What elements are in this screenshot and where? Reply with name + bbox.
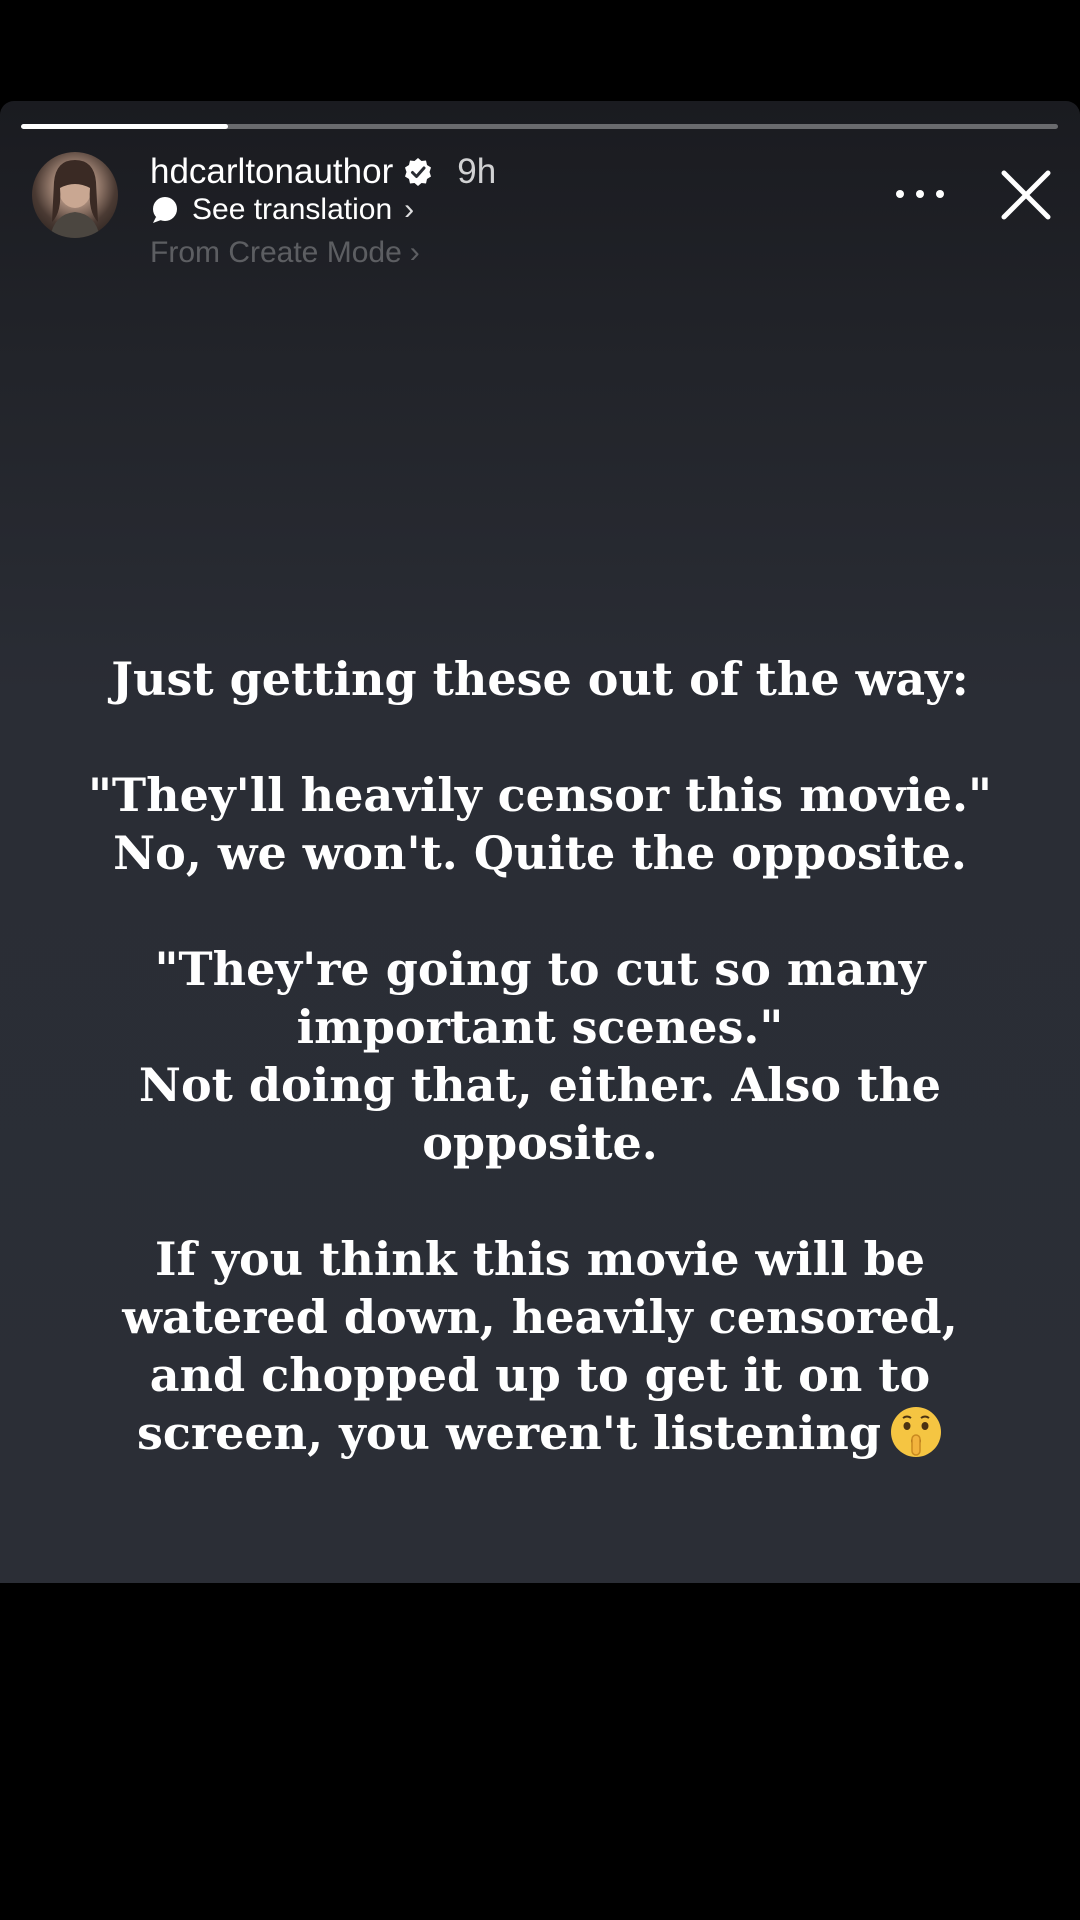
chevron-right-icon: › — [409, 236, 420, 269]
story-text-line: "They'll heavily censor this movie." — [87, 768, 993, 822]
more-icon[interactable] — [896, 176, 944, 212]
story-text-line: No, we won't. Quite the opposite. — [113, 826, 967, 880]
story-text-line-last: screen, you weren't listening — [60, 1404, 1020, 1462]
story-text-line: Not doing that, either. Also the — [138, 1058, 942, 1112]
story-text-line: and chopped up to get it on to — [149, 1348, 931, 1402]
create-mode-label: From Create Mode — [150, 236, 402, 269]
story-progress-fill — [21, 124, 229, 129]
story-text-line: "They're going to cut so many — [154, 942, 926, 996]
more-dot — [936, 190, 944, 198]
story-viewer: hdcarltonauthor 9h See translation › Fro… — [0, 0, 1080, 1920]
more-dot — [916, 190, 924, 198]
story-text-line: screen, you weren't listening — [136, 1406, 882, 1460]
story-text-line: Just getting these out of the way: — [111, 652, 969, 706]
more-dot — [896, 190, 904, 198]
username[interactable]: hdcarltonauthor — [150, 150, 393, 194]
speech-bubble-icon — [153, 197, 177, 223]
shushing-face-emoji — [891, 1407, 942, 1457]
story-text-line: If you think this movie will be — [154, 1232, 926, 1286]
create-mode-link[interactable]: From Create Mode › — [150, 233, 420, 273]
story-text-line: opposite. — [422, 1116, 658, 1170]
verified-badge-icon — [405, 158, 432, 186]
avatar-image — [50, 160, 100, 238]
username-row[interactable]: hdcarltonauthor 9h — [150, 150, 496, 194]
story-text-line: watered down, heavily censored, — [122, 1290, 958, 1344]
story-text: Just getting these out of the way: "They… — [60, 650, 1020, 1462]
see-translation-link[interactable]: See translation › — [150, 190, 414, 230]
post-time: 9h — [457, 152, 497, 191]
close-icon[interactable] — [998, 167, 1054, 223]
chevron-right-icon: › — [404, 193, 415, 226]
story-text-line: important scenes." — [296, 1000, 784, 1054]
avatar[interactable] — [32, 152, 118, 238]
story-progress-bar — [21, 124, 1058, 129]
see-translation-label: See translation — [192, 193, 393, 226]
